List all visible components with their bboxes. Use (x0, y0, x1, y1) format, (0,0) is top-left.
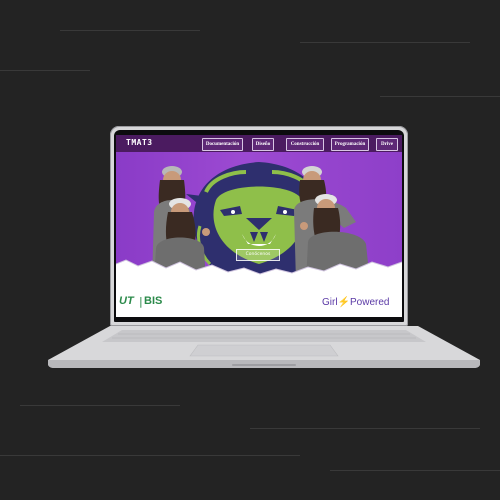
background-line (0, 455, 300, 456)
nav-programacion[interactable]: Programación (331, 138, 369, 151)
hero-banner (116, 152, 402, 282)
laptop-base (48, 326, 480, 368)
nav-construccion[interactable]: Construcción (286, 138, 324, 151)
ut-logo: UT (119, 295, 134, 307)
background-line (60, 30, 200, 31)
bis-logo: BIS (144, 295, 163, 307)
background-line (0, 70, 90, 71)
background-line (330, 470, 500, 471)
hero-illustration (116, 162, 402, 282)
logo-separator: | (139, 295, 143, 308)
background-line (250, 428, 480, 429)
cta-button[interactable]: Conócenos (236, 249, 280, 261)
nav-drive[interactable]: Drive (376, 138, 398, 151)
background-line (300, 42, 470, 43)
nav-documentacion[interactable]: Documentación (202, 138, 243, 151)
background-line (380, 96, 500, 97)
nav-diseno[interactable]: Diseño (252, 138, 274, 151)
site-navbar: TMAT3 Documentación Diseño Construcción … (116, 135, 402, 152)
girl-powered-left: Girl (322, 297, 338, 308)
site-brand[interactable]: TMAT3 (126, 138, 153, 147)
girl-powered-right: Powered (350, 297, 390, 308)
background-line (20, 405, 180, 406)
website-screen: TMAT3 Documentación Diseño Construcción … (116, 135, 402, 317)
girl-powered-logo: Girl⚡Powered (322, 297, 389, 308)
lightning-icon: ⚡ (337, 297, 351, 308)
keyboard (102, 330, 426, 342)
trackpad (189, 344, 339, 357)
